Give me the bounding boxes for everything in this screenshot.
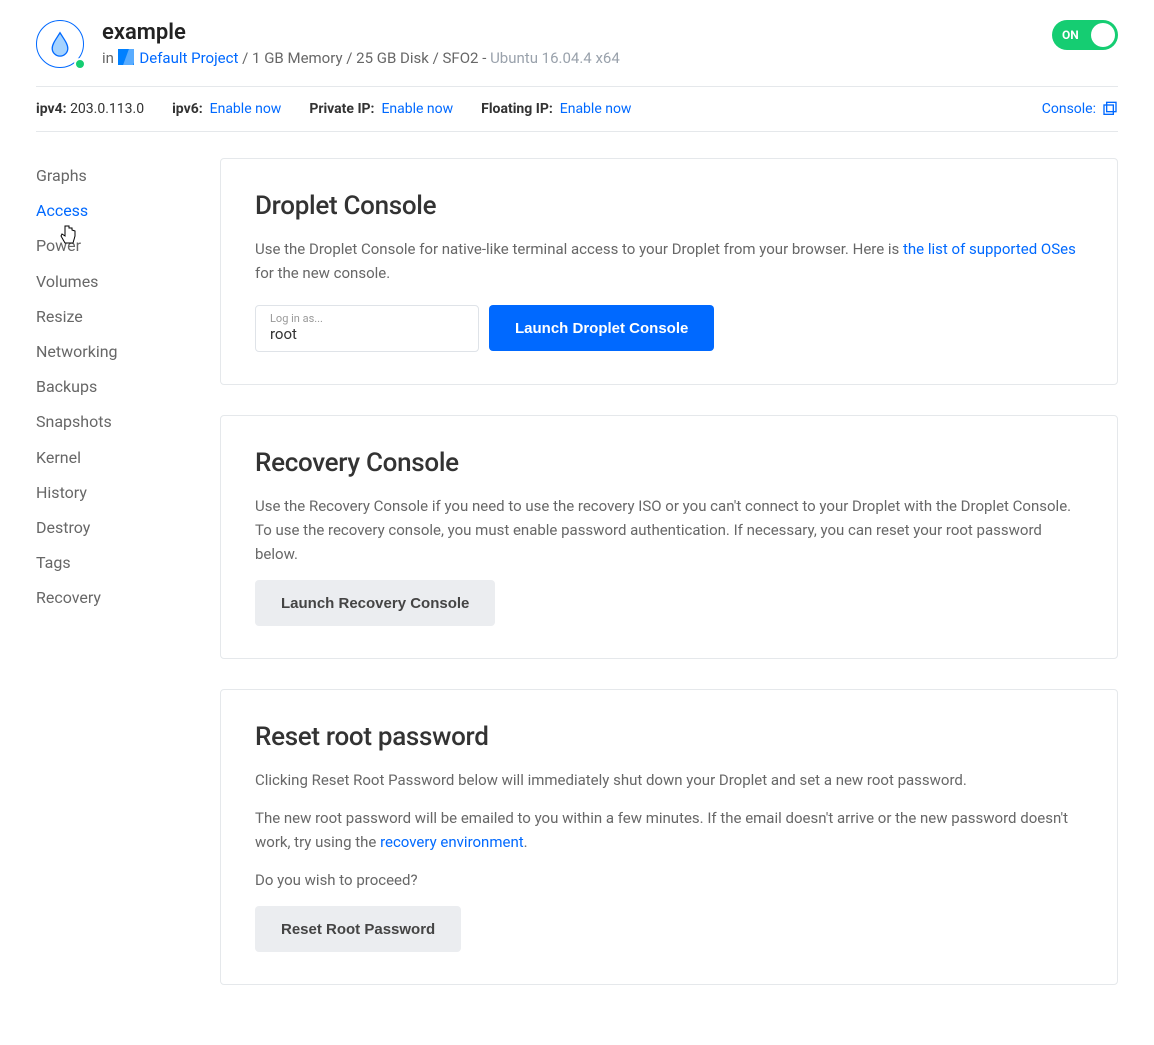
sidebar-item-volumes[interactable]: Volumes (36, 264, 220, 299)
sidebar-item-tags[interactable]: Tags (36, 545, 220, 580)
private-ip-label: Private IP: (309, 101, 374, 117)
floating-ip-enable-link[interactable]: Enable now (560, 101, 632, 117)
main-content: Droplet Console Use the Droplet Console … (220, 158, 1118, 1015)
private-ip-enable-link[interactable]: Enable now (381, 101, 453, 117)
droplet-avatar (36, 20, 84, 68)
ipv4-item: ipv4: 203.0.113.0 (36, 101, 144, 117)
toggle-knob (1091, 23, 1115, 47)
toggle-label: ON (1062, 28, 1079, 42)
floating-ip-label: Floating IP: (481, 101, 553, 117)
reset-password-desc1: Clicking Reset Root Password below will … (255, 768, 1083, 792)
project-link[interactable]: Default Project (139, 49, 238, 67)
ipv4-label: ipv4: (36, 101, 67, 117)
console-icon (1102, 101, 1118, 117)
recovery-console-desc: Use the Recovery Console if you need to … (255, 494, 1083, 566)
power-toggle[interactable]: ON (1052, 20, 1118, 50)
login-as-value: root (270, 325, 297, 343)
reset-password-card: Reset root password Clicking Reset Root … (220, 689, 1118, 985)
recovery-console-card: Recovery Console Use the Recovery Consol… (220, 415, 1118, 659)
sidebar-item-snapshots[interactable]: Snapshots (36, 404, 220, 439)
reset-password-desc3: Do you wish to proceed? (255, 868, 1083, 892)
droplet-console-title: Droplet Console (255, 191, 1083, 221)
ip-bar-left: ipv4: 203.0.113.0 ipv6: Enable now Priva… (36, 101, 631, 117)
sidebar-item-networking[interactable]: Networking (36, 334, 220, 369)
recovery-console-title: Recovery Console (255, 448, 1083, 478)
sidebar-item-backups[interactable]: Backups (36, 369, 220, 404)
sidebar-list: Graphs Access Power Volumes Resize Netwo… (36, 158, 220, 615)
in-label: in (102, 49, 114, 67)
sidebar-item-recovery[interactable]: Recovery (36, 580, 220, 615)
console-link[interactable]: Console: (1042, 101, 1118, 117)
sidebar-item-access[interactable]: Access (36, 193, 220, 228)
console-label: Console: (1042, 101, 1096, 117)
ipv6-item: ipv6: Enable now (172, 101, 281, 117)
reset-root-password-button[interactable]: Reset Root Password (255, 906, 461, 952)
droplet-subtitle: in Default Project / 1 GB Memory / 25 GB… (102, 49, 620, 67)
supported-oses-link[interactable]: the list of supported OSes (903, 240, 1076, 258)
title-block: example in Default Project / 1 GB Memory… (102, 20, 620, 67)
droplet-specs: 1 GB Memory / 25 GB Disk / SFO2 (252, 49, 478, 67)
project-icon (118, 49, 134, 65)
droplet-os: Ubuntu 16.04.4 x64 (490, 49, 620, 67)
sidebar-item-kernel[interactable]: Kernel (36, 440, 220, 475)
floating-ip-item: Floating IP: Enable now (481, 101, 631, 117)
login-row: Log in as... root Launch Droplet Console (255, 305, 1083, 352)
reset-password-title: Reset root password (255, 722, 1083, 752)
droplet-console-card: Droplet Console Use the Droplet Console … (220, 158, 1118, 385)
sidebar-item-power[interactable]: Power (36, 228, 220, 263)
status-dot (74, 58, 86, 70)
reset-password-desc2: The new root password will be emailed to… (255, 806, 1083, 854)
sidebar-item-graphs[interactable]: Graphs (36, 158, 220, 193)
droplet-console-desc: Use the Droplet Console for native-like … (255, 237, 1083, 285)
page-header: example in Default Project / 1 GB Memory… (36, 20, 1118, 86)
ip-bar: ipv4: 203.0.113.0 ipv6: Enable now Priva… (36, 86, 1118, 132)
header-left: example in Default Project / 1 GB Memory… (36, 20, 620, 68)
private-ip-item: Private IP: Enable now (309, 101, 453, 117)
sidebar-item-history[interactable]: History (36, 475, 220, 510)
login-as-label: Log in as... (270, 312, 464, 325)
sidebar-item-resize[interactable]: Resize (36, 299, 220, 334)
layout: Graphs Access Power Volumes Resize Netwo… (36, 158, 1118, 1015)
sidebar: Graphs Access Power Volumes Resize Netwo… (36, 158, 220, 1015)
launch-droplet-console-button[interactable]: Launch Droplet Console (489, 305, 714, 351)
ipv4-value: 203.0.113.0 (70, 101, 144, 117)
sidebar-item-destroy[interactable]: Destroy (36, 510, 220, 545)
ipv6-enable-link[interactable]: Enable now (210, 101, 282, 117)
ipv6-label: ipv6: (172, 101, 203, 117)
water-drop-icon (49, 31, 71, 57)
droplet-name: example (102, 20, 620, 45)
launch-recovery-console-button[interactable]: Launch Recovery Console (255, 580, 495, 626)
recovery-environment-link[interactable]: recovery environment (380, 833, 524, 851)
login-as-input[interactable]: Log in as... root (255, 305, 479, 352)
